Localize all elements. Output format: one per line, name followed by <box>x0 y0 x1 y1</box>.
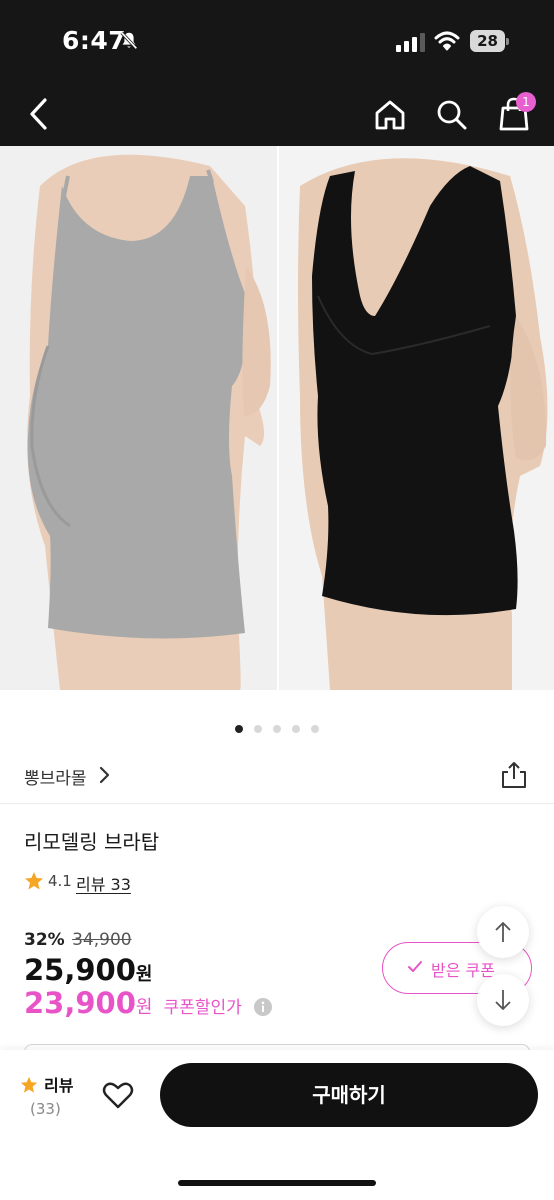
arrow-down-icon <box>495 990 511 1010</box>
gallery-dot[interactable] <box>253 725 262 733</box>
battery-level: 28 <box>477 32 498 50</box>
gallery-pagination <box>0 718 554 733</box>
share-icon[interactable] <box>500 760 528 790</box>
brand-link[interactable]: 뽕브라몰 <box>24 764 87 789</box>
signal-icon <box>396 33 425 52</box>
status-bar: 6:47 28 <box>0 0 554 84</box>
cart-badge: 1 <box>516 92 536 112</box>
coupon-price-row: 23,900원 쿠폰할인가 <box>24 986 273 1024</box>
coupon-price-label: 쿠폰할인가 <box>163 998 242 1018</box>
original-price: 34,900 <box>72 930 132 950</box>
info-icon[interactable] <box>253 997 273 1017</box>
chevron-right-icon[interactable] <box>98 764 112 786</box>
currency-unit: 원 <box>135 964 153 985</box>
battery-icon: 28 <box>470 30 510 52</box>
sale-price-row: 25,900원 <box>24 953 152 987</box>
search-icon[interactable] <box>434 97 470 133</box>
review-link[interactable]: 리뷰 33 <box>76 871 131 895</box>
status-time: 6:47 <box>62 26 127 55</box>
gallery-dot[interactable] <box>311 725 320 733</box>
coupon-price: 23,900 <box>24 986 136 1020</box>
arrow-up-icon <box>495 922 511 942</box>
coupon-currency-unit: 원 <box>135 997 153 1018</box>
gallery-dot[interactable] <box>292 725 301 733</box>
home-icon[interactable] <box>372 97 408 133</box>
gallery-dot[interactable] <box>234 725 243 733</box>
brand-row: 뽕브라몰 <box>0 748 554 804</box>
discount-row: 32% 34,900 <box>24 930 132 950</box>
discount-rate: 32% <box>24 930 65 950</box>
check-icon <box>408 961 422 972</box>
gallery-dot[interactable] <box>273 725 281 733</box>
wifi-icon <box>434 31 460 51</box>
product-title: 리모델링 브라탑 <box>24 830 160 854</box>
scroll-down-button[interactable] <box>477 974 529 1026</box>
product-photo <box>0 146 554 690</box>
bottom-review-count: (33) <box>30 1100 61 1118</box>
nav-bar <box>0 84 554 146</box>
star-icon <box>25 872 43 890</box>
received-coupon-label: 받은 쿠폰 <box>431 961 495 980</box>
heart-icon[interactable] <box>102 1080 134 1110</box>
star-icon <box>20 1076 38 1093</box>
bottom-review-label[interactable]: 리뷰 <box>44 1072 73 1096</box>
bottom-action-bar: 리뷰 (33) 구매하기 <box>0 1050 554 1200</box>
home-indicator <box>178 1180 376 1186</box>
back-icon[interactable] <box>24 96 54 132</box>
sale-price: 25,900 <box>24 953 136 987</box>
scroll-up-button[interactable] <box>477 906 529 958</box>
rating-value: 4.1 <box>48 872 72 890</box>
bell-slash-icon <box>120 31 138 50</box>
buy-button[interactable]: 구매하기 <box>160 1063 538 1127</box>
product-image-gallery[interactable] <box>0 146 554 690</box>
